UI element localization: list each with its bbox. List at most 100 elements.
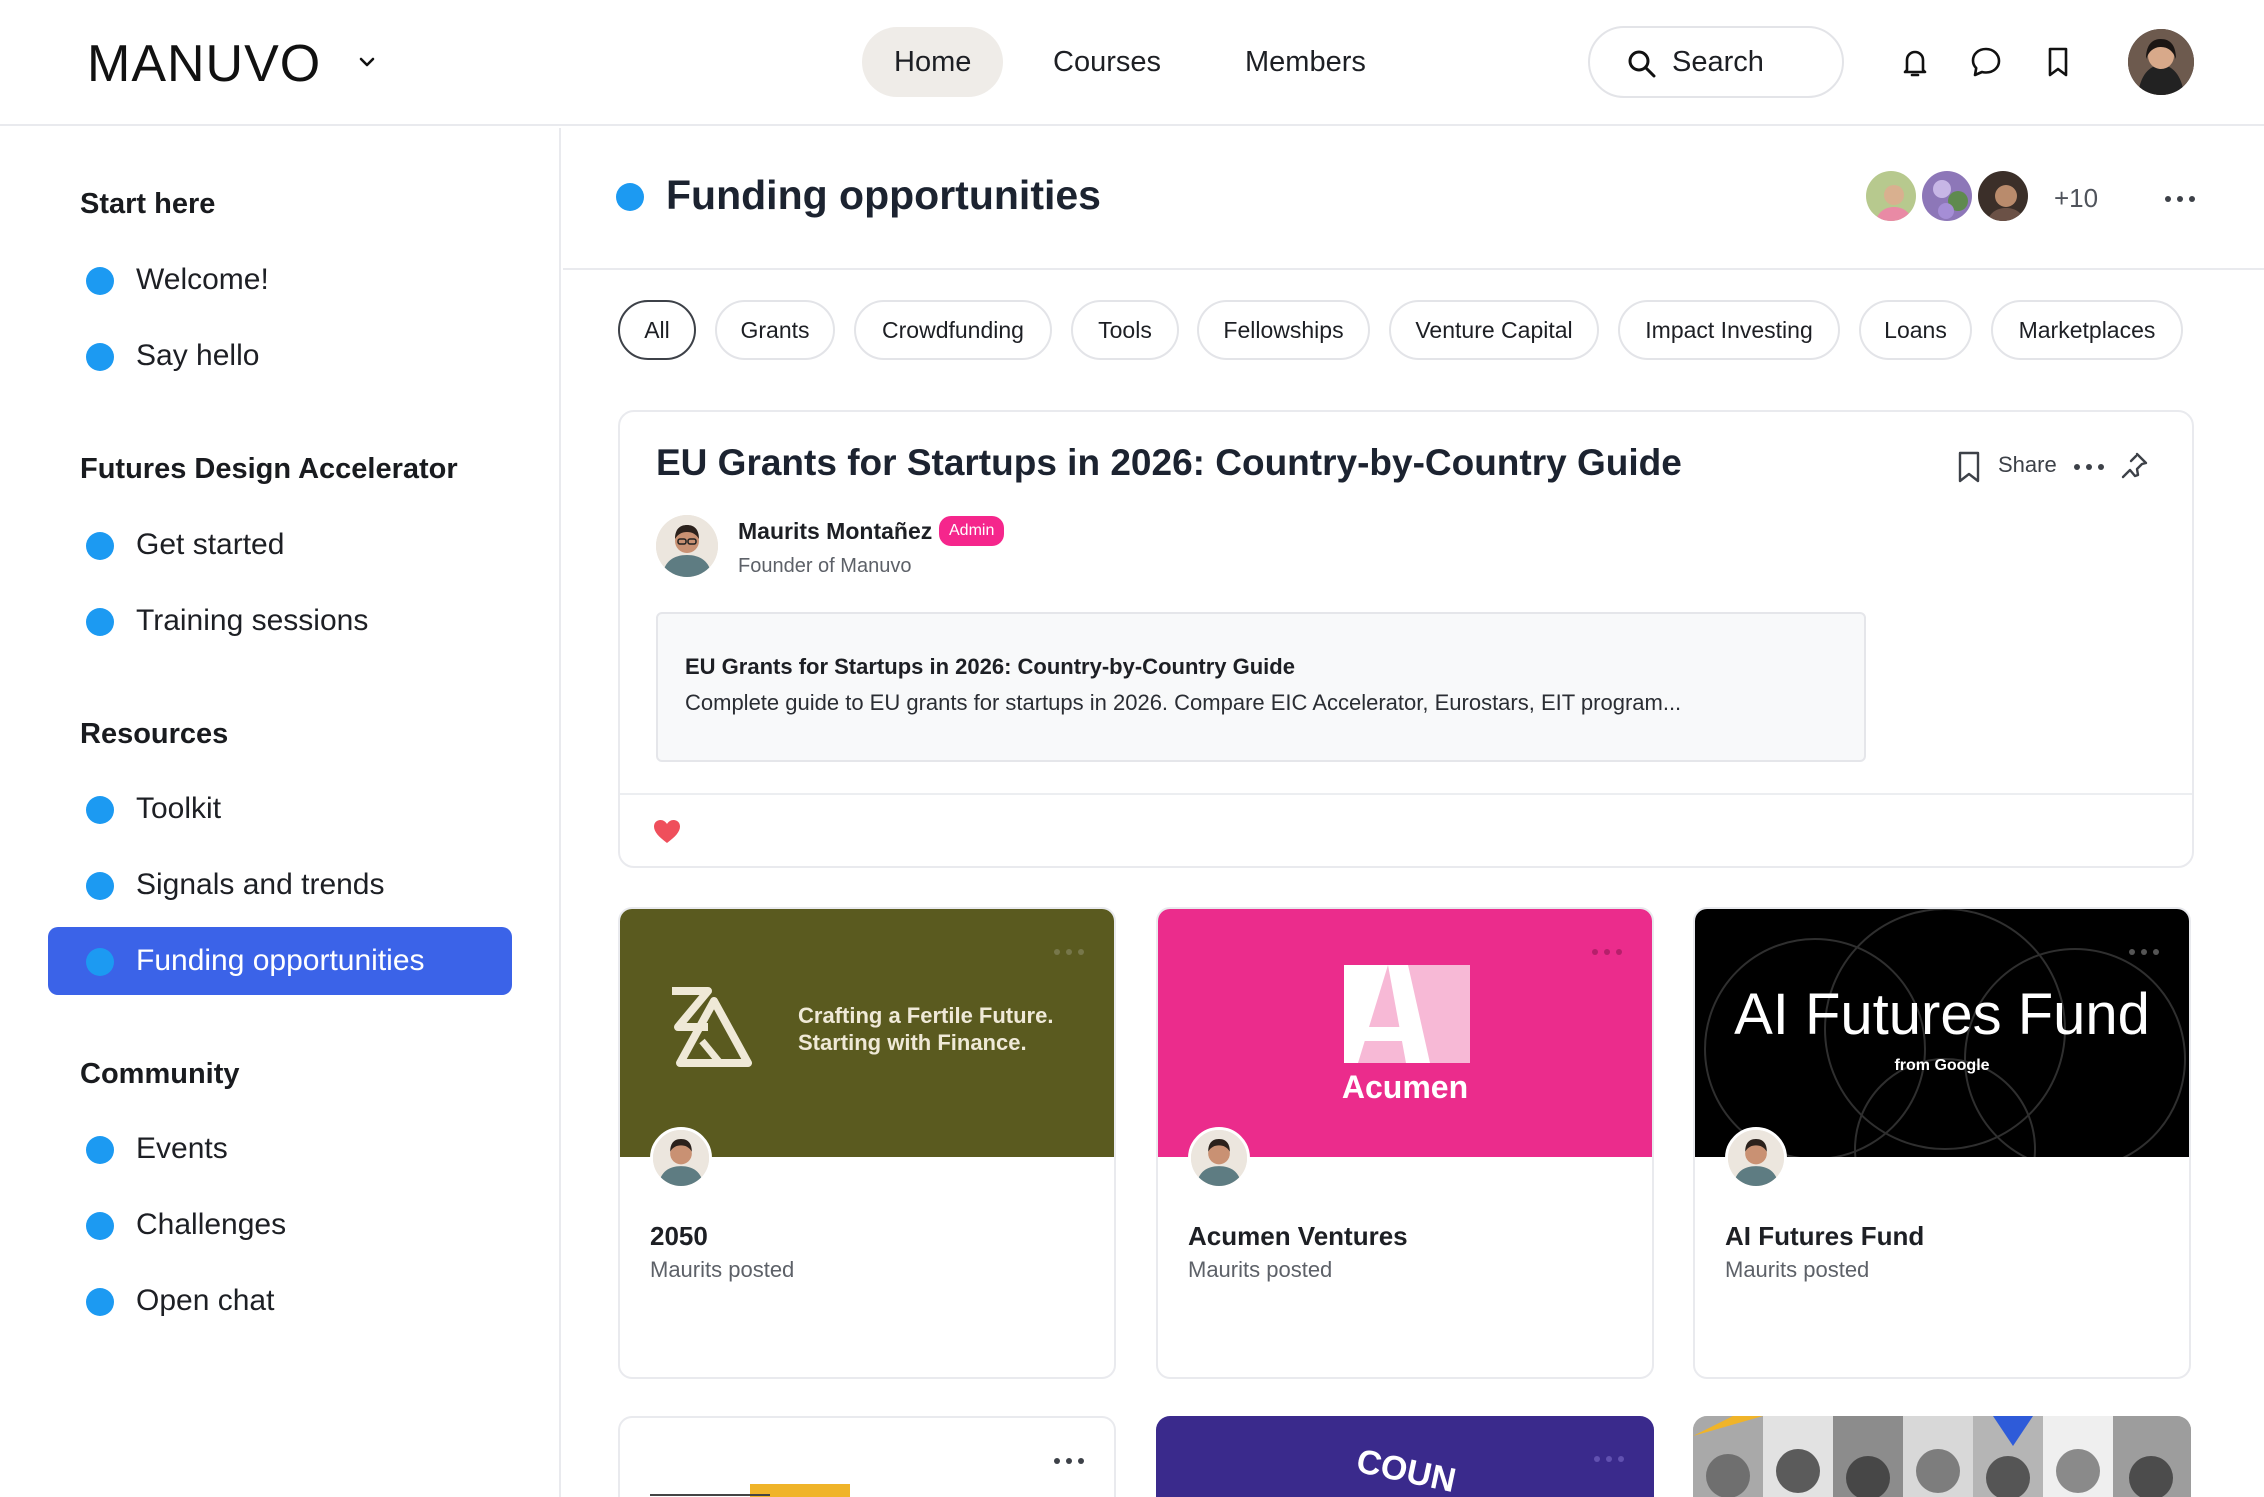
post-title[interactable]: EU Grants for Startups in 2026: Country-… xyxy=(656,442,1682,484)
bookmark-icon[interactable] xyxy=(1954,450,1984,484)
heart-icon[interactable] xyxy=(652,817,682,845)
card-title[interactable]: 2050 xyxy=(650,1221,708,1252)
sidebar-item-label: Training sessions xyxy=(136,604,369,637)
sidebar-section-title: Start here xyxy=(80,188,216,220)
post-card-2050[interactable]: Crafting a Fertile Future. Starting with… xyxy=(618,907,1116,1379)
space-dot-icon xyxy=(86,267,114,295)
sidebar-item-challenges[interactable]: Challenges xyxy=(48,1191,512,1259)
post-card[interactable] xyxy=(1693,1416,2191,1497)
link-preview-description: Complete guide to EU grants for startups… xyxy=(685,690,1682,715)
post-card-acumen-ventures[interactable]: Acumen Acumen Ventures Maurits posted xyxy=(1156,907,1654,1379)
card-subtitle: Maurits posted xyxy=(650,1257,795,1282)
sidebar-item-open-chat[interactable]: Open chat xyxy=(48,1267,512,1335)
filter-impact-investing[interactable]: Impact Investing xyxy=(1618,300,1840,360)
search-button[interactable]: Search xyxy=(1588,26,1844,98)
chevron-down-icon[interactable] xyxy=(355,50,379,74)
cover-image[interactable]: AI Futures Fund from Google xyxy=(1695,909,2189,1157)
card-title[interactable]: Acumen Ventures xyxy=(1188,1221,1408,1252)
nav-courses[interactable]: Courses xyxy=(1021,27,1193,97)
card-subtitle: Maurits posted xyxy=(1188,1257,1333,1282)
sidebar-item-events[interactable]: Events xyxy=(48,1115,512,1183)
post-card-ai-futures-fund[interactable]: AI Futures Fund from Google AI Futures F… xyxy=(1693,907,2191,1379)
acumen-logo-icon xyxy=(1344,965,1470,1063)
member-count[interactable]: +10 xyxy=(2054,183,2098,214)
more-options-icon[interactable] xyxy=(2165,196,2195,202)
sidebar-item-label: Open chat xyxy=(136,1284,275,1317)
bookmark-icon[interactable] xyxy=(2040,44,2076,80)
sidebar-item-label: Get started xyxy=(136,528,285,561)
logo-mark-icon xyxy=(672,987,752,1067)
link-preview-title: EU Grants for Startups in 2026: Country-… xyxy=(685,654,1295,679)
cover-image[interactable]: COUN xyxy=(1156,1416,1654,1497)
author-headline: Founder of Manuvo xyxy=(738,555,912,577)
filter-fellowships[interactable]: Fellowships xyxy=(1197,300,1370,360)
page-title: Funding opportunities xyxy=(666,172,1101,218)
more-options-icon[interactable] xyxy=(1054,949,1084,955)
chat-bubble-icon[interactable] xyxy=(1968,44,2004,80)
post-card[interactable] xyxy=(618,1416,1116,1497)
space-dot-icon xyxy=(86,1288,114,1316)
sidebar-item-label: Signals and trends xyxy=(136,868,385,901)
cover-image-people-collage[interactable] xyxy=(1693,1416,2191,1497)
bell-icon[interactable] xyxy=(1897,44,1933,80)
more-options-icon[interactable] xyxy=(2129,949,2159,955)
author-name[interactable]: Maurits Montañez xyxy=(738,518,932,545)
space-dot-icon xyxy=(86,948,114,976)
more-options-icon[interactable] xyxy=(1054,1458,1084,1464)
sidebar-item-welcome[interactable]: Welcome! xyxy=(48,246,512,314)
sidebar-item-label: Funding opportunities xyxy=(136,944,425,977)
space-dot-icon xyxy=(86,796,114,824)
link-preview[interactable]: EU Grants for Startups in 2026: Country-… xyxy=(656,612,1866,762)
sidebar: Start here Welcome! Say hello Futures De… xyxy=(0,128,561,1497)
sidebar-item-say-hello[interactable]: Say hello xyxy=(48,322,512,390)
pin-icon[interactable] xyxy=(2118,450,2150,482)
search-icon xyxy=(1628,50,1656,78)
filter-grants[interactable]: Grants xyxy=(715,300,835,360)
nav-members[interactable]: Members xyxy=(1213,27,1398,97)
filter-crowdfunding[interactable]: Crowdfunding xyxy=(854,300,1052,360)
more-options-icon[interactable] xyxy=(1592,949,1622,955)
filter-tools[interactable]: Tools xyxy=(1071,300,1179,360)
member-avatar[interactable] xyxy=(1919,168,1975,224)
search-label: Search xyxy=(1672,46,1764,78)
community-logo[interactable]: MANUVO xyxy=(87,34,321,94)
space-dot-icon xyxy=(86,532,114,560)
cover-image[interactable]: Acumen xyxy=(1158,909,1652,1157)
sidebar-item-label: Toolkit xyxy=(136,792,222,825)
sidebar-item-funding-opportunities[interactable]: Funding opportunities xyxy=(48,927,512,995)
sidebar-item-training-sessions[interactable]: Training sessions xyxy=(48,587,512,655)
filter-marketplaces[interactable]: Marketplaces xyxy=(1991,300,2183,360)
more-options-icon[interactable] xyxy=(2074,464,2104,470)
post-card[interactable]: EU Grants for Startups in 2026: Country-… xyxy=(618,410,2194,868)
author-avatar[interactable] xyxy=(1725,1127,1787,1189)
member-avatar[interactable] xyxy=(1975,168,2031,224)
author-avatar[interactable] xyxy=(656,515,718,577)
sidebar-item-toolkit[interactable]: Toolkit xyxy=(48,775,512,843)
filter-all[interactable]: All xyxy=(618,300,696,360)
author-avatar[interactable] xyxy=(650,1127,712,1189)
space-dot-icon xyxy=(86,1212,114,1240)
sidebar-item-signals-and-trends[interactable]: Signals and trends xyxy=(48,851,512,919)
cover-brand-subtext: from Google xyxy=(1894,1057,1990,1074)
member-avatar[interactable] xyxy=(1863,168,1919,224)
sidebar-section-title: Futures Design Accelerator xyxy=(80,453,458,485)
sidebar-item-get-started[interactable]: Get started xyxy=(48,511,512,579)
user-avatar[interactable] xyxy=(2128,29,2194,95)
cover-image[interactable]: Crafting a Fertile Future. Starting with… xyxy=(620,909,1114,1157)
author-avatar[interactable] xyxy=(1188,1127,1250,1189)
space-dot-icon xyxy=(86,608,114,636)
card-title[interactable]: AI Futures Fund xyxy=(1725,1221,1924,1252)
sidebar-section-title: Community xyxy=(80,1058,240,1090)
cover-brand-text: Acumen xyxy=(1341,1069,1469,1105)
more-options-icon[interactable] xyxy=(1594,1456,1624,1462)
nav-home[interactable]: Home xyxy=(862,27,1004,97)
cover-brand-text: AI Futures Fund xyxy=(1734,982,2150,1047)
space-dot-icon xyxy=(86,872,114,900)
space-header: Funding opportunities +10 xyxy=(563,128,2264,270)
filter-loans[interactable]: Loans xyxy=(1859,300,1972,360)
share-button[interactable]: Share xyxy=(1998,452,2057,478)
space-dot-icon xyxy=(616,183,644,211)
filter-venture-capital[interactable]: Venture Capital xyxy=(1389,300,1599,360)
sidebar-item-label: Welcome! xyxy=(136,263,269,296)
post-card[interactable]: COUN xyxy=(1156,1416,1654,1497)
